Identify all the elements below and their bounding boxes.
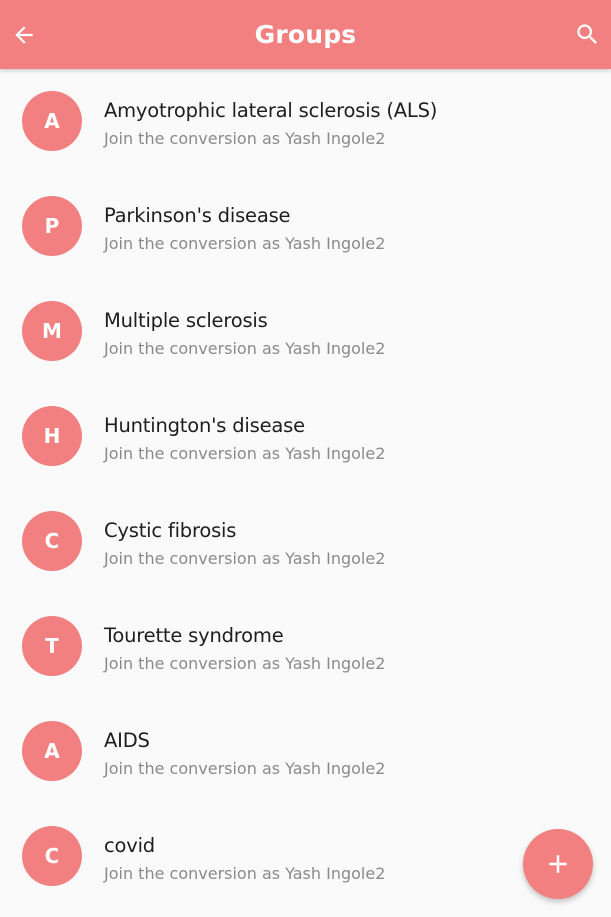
search-button[interactable] [571, 18, 603, 50]
group-name: Tourette syndrome [104, 624, 284, 647]
group-avatar: H [22, 406, 82, 466]
group-subtitle: Join the conversion as Yash Ingole2 [104, 444, 386, 463]
group-list-item[interactable]: T Tourette syndrome Join the conversion … [0, 594, 611, 699]
group-list-item[interactable]: C Cystic fibrosis Join the conversion as… [0, 489, 611, 594]
group-name: Parkinson's disease [104, 204, 291, 227]
group-list-item[interactable]: M Multiple sclerosis Join the conversion… [0, 279, 611, 384]
group-subtitle: Join the conversion as Yash Ingole2 [104, 654, 386, 673]
group-avatar: M [22, 301, 82, 361]
group-avatar: C [22, 826, 82, 886]
group-list-item[interactable]: C covid Join the conversion as Yash Ingo… [0, 804, 611, 909]
app-bar: Groups [0, 0, 611, 69]
groups-list: A Amyotrophic lateral sclerosis (ALS) Jo… [0, 69, 611, 909]
add-group-button[interactable] [523, 829, 593, 899]
group-avatar: A [22, 721, 82, 781]
group-subtitle: Join the conversion as Yash Ingole2 [104, 864, 386, 883]
group-avatar: A [22, 91, 82, 151]
group-list-item[interactable]: P Parkinson's disease Join the conversio… [0, 174, 611, 279]
group-name: Multiple sclerosis [104, 309, 268, 332]
group-subtitle: Join the conversion as Yash Ingole2 [104, 339, 386, 358]
group-subtitle: Join the conversion as Yash Ingole2 [104, 759, 386, 778]
group-list-item[interactable]: A Amyotrophic lateral sclerosis (ALS) Jo… [0, 69, 611, 174]
group-name: Cystic fibrosis [104, 519, 237, 542]
group-name: Huntington's disease [104, 414, 305, 437]
group-avatar: T [22, 616, 82, 676]
search-icon [576, 23, 597, 44]
group-name: Amyotrophic lateral sclerosis (ALS) [104, 99, 438, 122]
group-list-item[interactable]: A AIDS Join the conversion as Yash Ingol… [0, 699, 611, 804]
group-name: covid [104, 834, 155, 857]
group-avatar: P [22, 196, 82, 256]
group-name: AIDS [104, 729, 150, 752]
page-title: Groups [254, 20, 357, 49]
group-subtitle: Join the conversion as Yash Ingole2 [104, 234, 386, 253]
group-subtitle: Join the conversion as Yash Ingole2 [104, 129, 386, 148]
group-avatar: C [22, 511, 82, 571]
plus-icon [549, 855, 567, 873]
group-subtitle: Join the conversion as Yash Ingole2 [104, 549, 386, 568]
group-list-item[interactable]: H Huntington's disease Join the conversi… [0, 384, 611, 489]
